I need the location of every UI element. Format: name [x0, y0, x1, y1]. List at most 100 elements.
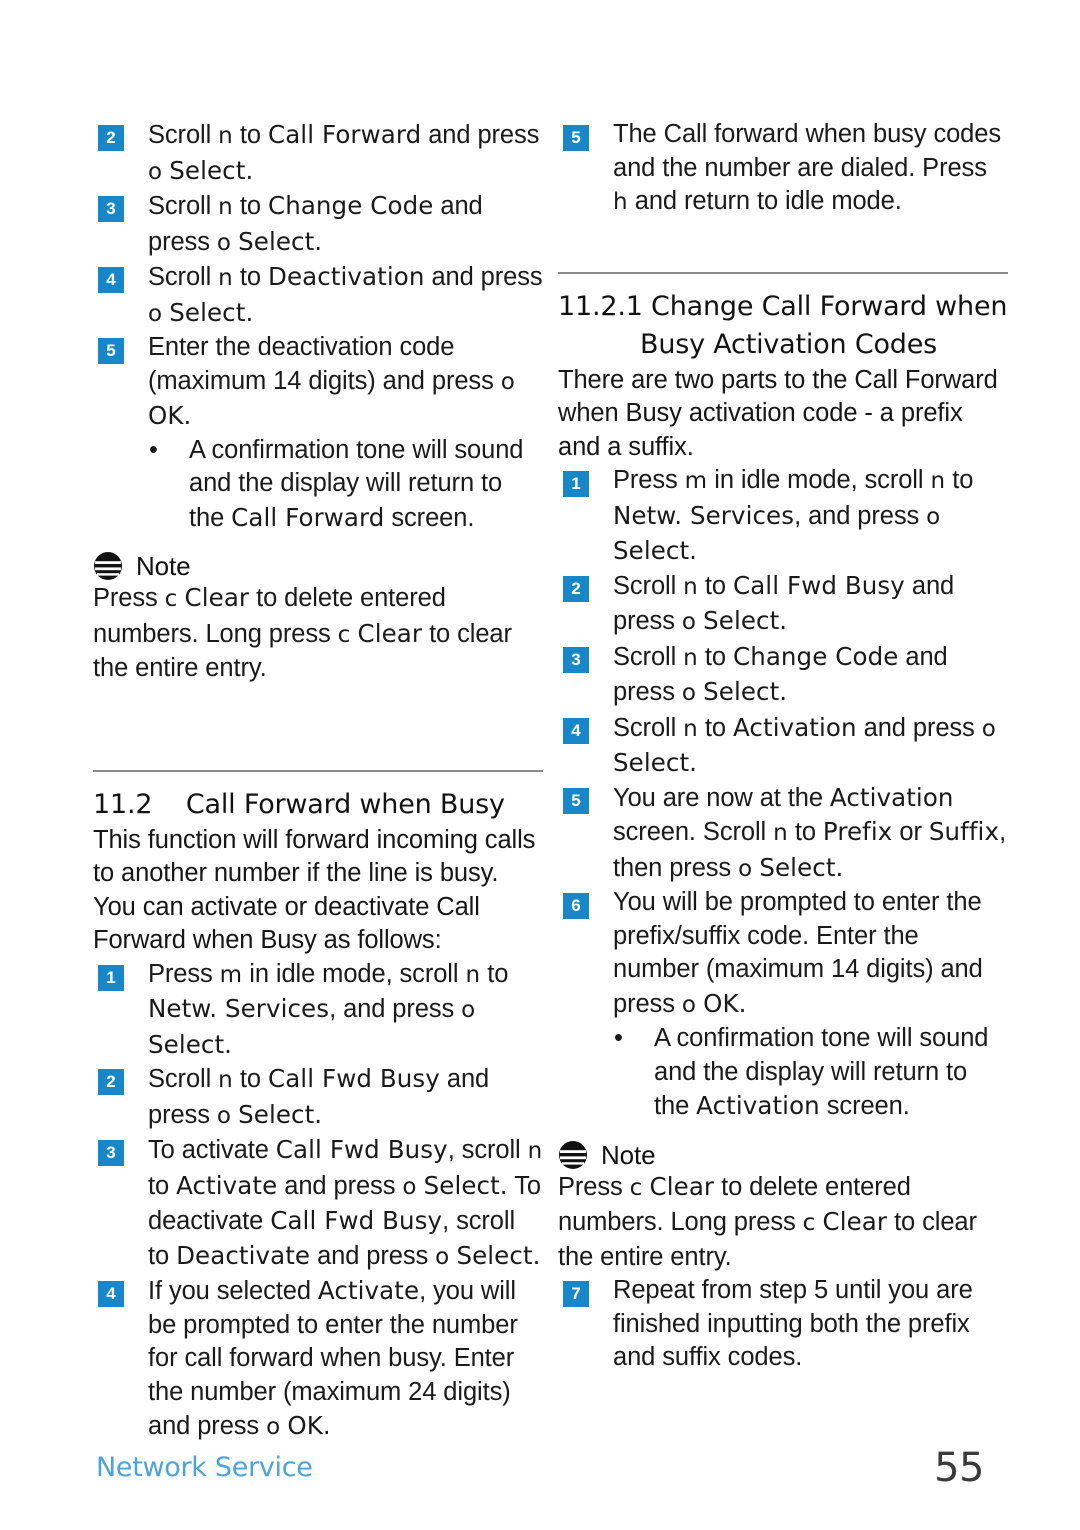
- menu-label: Select.: [703, 677, 788, 706]
- numbered-step: 3 Scroll n to Change Code and press o Sel…: [558, 640, 1008, 711]
- text-run: to: [787, 818, 823, 846]
- text-run: Scroll: [148, 121, 219, 149]
- menu-label: Deactivate: [176, 1240, 311, 1270]
- key-glyph: o: [148, 300, 163, 327]
- subsection-heading-line2: Busy Activation Codes: [640, 328, 938, 360]
- menu-label: Select.: [456, 1240, 541, 1270]
- key-glyph: n: [465, 961, 481, 988]
- menu-label: Select.: [703, 606, 788, 635]
- menu-label: Call Forward: [267, 120, 422, 149]
- note-header: Note: [558, 1140, 1008, 1170]
- key-glyph: n: [930, 468, 946, 494]
- key-glyph: n: [218, 265, 233, 291]
- menu-label: Select.: [238, 1099, 323, 1129]
- key-glyph: c: [337, 621, 351, 648]
- text-run: to: [480, 959, 509, 988]
- menu-label: Netw. Services: [613, 500, 795, 530]
- text-run: Scroll: [148, 263, 219, 291]
- text-run: , and press: [794, 501, 927, 530]
- text-run: You will be prompted to enter the prefix…: [613, 888, 983, 1018]
- note-paragraph: Press c Clear to delete entered numbers.…: [93, 581, 543, 686]
- step-number-badge: 3: [563, 646, 589, 673]
- text-run: , scroll: [447, 1136, 528, 1164]
- step-text: Enter the deactivation code (maximum 14 …: [148, 333, 515, 430]
- menu-label: OK.: [148, 401, 192, 430]
- step-text: Scroll n to Change Code and press o Sele…: [148, 191, 483, 256]
- menu-label: Select.: [148, 1029, 233, 1059]
- step-number-badge: 3: [98, 196, 124, 222]
- text-run: You are now at the: [613, 783, 830, 812]
- subsection-heading: 11.2.1 Change Call Forward when Busy Act…: [558, 288, 1008, 364]
- key-glyph: o: [266, 1414, 281, 1440]
- key-glyph: o: [926, 503, 941, 530]
- text-run: screen. Scroll: [613, 818, 774, 846]
- step-number-badge: 5: [563, 125, 589, 151]
- text-run: and return to idle mode.: [627, 187, 902, 215]
- text-run: screen.: [819, 1092, 910, 1120]
- menu-label: Activation: [829, 782, 954, 812]
- numbered-step: 2 Scroll n to Call Forward and press o Se…: [93, 118, 543, 189]
- step-number-badge: 2: [98, 125, 124, 151]
- text-run: and press: [856, 713, 982, 742]
- menu-label: Clear: [357, 618, 423, 648]
- numbered-step: 1 Press m in idle mode, scroll n to Netw.…: [558, 464, 1008, 569]
- menu-label: Call Fwd Busy: [267, 1064, 440, 1093]
- numbered-step: 5 Enter the deactivation code (maximum 14…: [93, 331, 543, 434]
- section-intro-paragraph: This function will forward incoming call…: [93, 825, 536, 955]
- text-run: to: [697, 642, 733, 671]
- step-number-badge: 5: [563, 787, 589, 814]
- menu-label: Clear: [649, 1171, 715, 1201]
- manual-page: 2 Scroll n to Call Forward and press o Se…: [0, 0, 1080, 1530]
- menu-label: Activation: [732, 712, 857, 742]
- step-text: If you selected Activate, you will be pr…: [148, 1276, 518, 1440]
- menu-label: Activation: [696, 1091, 820, 1120]
- menu-label: Select.: [423, 1170, 508, 1200]
- text-run: To activate: [148, 1136, 276, 1164]
- note-icon: [559, 1140, 587, 1169]
- step-text: You will be prompted to enter the prefix…: [613, 888, 983, 1018]
- numbered-step: 2 Scroll n to Call Fwd Busy and press o S…: [558, 569, 1008, 640]
- numbered-step: 5 You are now at the Activation screen. S…: [558, 781, 1008, 887]
- menu-label: Select.: [613, 748, 698, 777]
- text-run: Press: [558, 1172, 630, 1201]
- key-glyph: m: [219, 961, 243, 988]
- note-block-left: Note Press c Clear to delete entered numb…: [93, 551, 543, 686]
- menu-label: Netw. Services: [148, 994, 330, 1023]
- step-text: Scroll n to Call Forward and press o Sel…: [148, 120, 539, 185]
- menu-label: Deactivation: [267, 262, 425, 291]
- step-text: To activate Call Fwd Busy, scroll n to A…: [148, 1135, 543, 1270]
- key-glyph: c: [164, 586, 178, 612]
- text-run: to: [232, 192, 268, 220]
- numbered-step: 5 The Call forward when busy codes and th…: [558, 118, 1008, 220]
- step-text: Scroll n to Call Fwd Busy and press o Se…: [613, 570, 954, 636]
- menu-label: Call Fwd Busy: [275, 1135, 448, 1164]
- menu-label: Clear: [822, 1207, 888, 1236]
- note-icon: [94, 552, 122, 580]
- bullet-text: A confirmation tone will sound and the d…: [654, 1024, 988, 1120]
- step-number-badge: 4: [98, 1281, 124, 1307]
- steps-group: 1 Press m in idle mode, scroll n to Netw.…: [558, 464, 1008, 1022]
- bullet-confirmation-tone: • A confirmation tone will sound and the …: [558, 1022, 1008, 1124]
- note-title: Note: [601, 1139, 656, 1170]
- text-run: Scroll: [613, 571, 684, 600]
- text-run: to: [232, 121, 268, 149]
- step-number-badge: 5: [98, 338, 124, 364]
- menu-label: OK.: [287, 1411, 331, 1440]
- key-glyph: n: [773, 820, 788, 846]
- text-run: in idle mode, scroll: [242, 959, 466, 988]
- key-glyph: c: [629, 1174, 643, 1201]
- bullet-item: • A confirmation tone will sound and the …: [558, 1022, 1008, 1124]
- text-run: to: [945, 466, 974, 494]
- menu-label: Call Fwd Busy: [732, 570, 905, 600]
- bullet-dot: •: [614, 1024, 623, 1052]
- text-run: to: [148, 1171, 177, 1200]
- step-number-badge: 4: [98, 267, 124, 293]
- step-text: Scroll n to Change Code and press o Sele…: [613, 642, 948, 707]
- key-glyph: n: [527, 1138, 543, 1164]
- key-glyph: o: [216, 229, 232, 256]
- key-glyph: o: [461, 997, 476, 1023]
- text-run: screen.: [384, 503, 475, 532]
